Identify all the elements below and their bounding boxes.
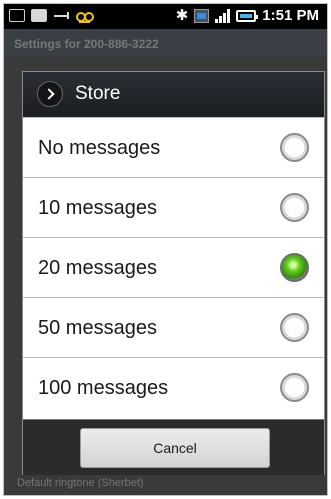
status-left-icons <box>9 9 94 23</box>
ink-icon <box>31 9 47 22</box>
option-50-messages[interactable]: 50 messages <box>23 297 324 357</box>
option-label: 50 messages <box>38 317 157 339</box>
cancel-button[interactable]: Cancel <box>80 428 270 468</box>
background-bottom-text: Default ringtone (Sherbet) <box>4 472 327 495</box>
option-no-messages[interactable]: No messages <box>23 117 324 177</box>
background-screen-title: Settings for 200-886-3222 <box>4 29 327 56</box>
radio-button[interactable] <box>280 313 309 342</box>
signal-icon <box>215 8 231 23</box>
bluetooth-icon: ✱ <box>175 6 189 24</box>
message-icon <box>9 9 25 22</box>
voicemail-icon <box>75 9 94 23</box>
radio-button[interactable] <box>280 373 309 402</box>
status-time: 1:51 PM <box>262 7 319 24</box>
radio-button[interactable] <box>280 133 309 162</box>
option-label: 10 messages <box>38 197 157 219</box>
battery-icon <box>236 9 259 22</box>
network-icon <box>194 8 210 23</box>
option-100-messages[interactable]: 100 messages <box>23 357 324 417</box>
radio-button-selected[interactable] <box>280 253 309 282</box>
option-20-messages[interactable]: 20 messages <box>23 237 324 297</box>
store-dialog: Store No messages 10 messages 20 message… <box>22 71 325 475</box>
dialog-header: Store <box>23 72 324 118</box>
option-label: No messages <box>38 137 161 159</box>
dialog-footer: Cancel <box>23 419 324 475</box>
option-label: 20 messages <box>38 257 157 279</box>
option-label: 100 messages <box>38 377 169 399</box>
radio-button[interactable] <box>280 193 309 222</box>
status-bar: ✱ 1:51 PM <box>4 4 327 29</box>
phone-screen: ✱ 1:51 PM Settings for 200-886-3222 Defa… <box>3 3 328 496</box>
usb-icon <box>53 9 69 22</box>
chevron-right-icon <box>37 81 63 107</box>
option-10-messages[interactable]: 10 messages <box>23 177 324 237</box>
dialog-title: Store <box>75 83 121 104</box>
status-right-icons: ✱ 1:51 PM <box>175 6 319 24</box>
